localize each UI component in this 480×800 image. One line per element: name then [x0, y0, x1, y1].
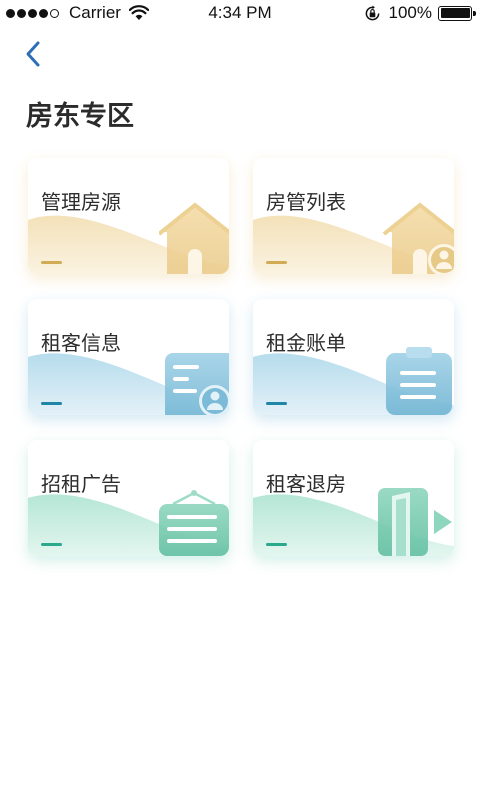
card-accent-dash [266, 261, 287, 264]
house-icon [159, 202, 229, 274]
card-label: 房管列表 [266, 190, 346, 214]
signboard-icon [159, 490, 229, 556]
card-accent-dash [266, 543, 287, 546]
tenant-checkout-card[interactable]: 租客退房 [253, 440, 454, 556]
card-label: 管理房源 [41, 190, 121, 214]
tenant-info-card[interactable]: 租客信息 [28, 299, 229, 415]
status-right: 100% [364, 3, 476, 23]
clipboard-icon [386, 347, 452, 415]
page-title: 房东专区 [26, 101, 134, 132]
card-accent-dash [41, 402, 62, 405]
rental-ad-card[interactable]: 招租广告 [28, 440, 229, 556]
chevron-left-icon [26, 41, 40, 67]
house-person-icon [382, 202, 454, 274]
card-label: 租客信息 [41, 331, 121, 355]
card-label: 招租广告 [41, 472, 121, 496]
profile-card-icon [165, 353, 229, 415]
card-accent-dash [41, 261, 62, 264]
battery-percentage: 100% [388, 3, 432, 22]
card-accent-dash [266, 402, 287, 405]
rent-bill-card[interactable]: 租金账单 [253, 299, 454, 415]
back-button[interactable] [18, 38, 50, 70]
rotation-lock-icon [365, 4, 379, 20]
exit-door-icon [378, 488, 452, 556]
battery-icon [438, 5, 476, 21]
card-accent-dash [41, 543, 62, 546]
card-label: 租客退房 [266, 472, 346, 496]
property-list-card[interactable]: 房管列表 [253, 158, 454, 274]
status-bar: Carrier 4:34 PM 100% [0, 0, 480, 28]
card-label: 租金账单 [266, 331, 346, 355]
manage-listings-card[interactable]: 管理房源 [28, 158, 229, 274]
